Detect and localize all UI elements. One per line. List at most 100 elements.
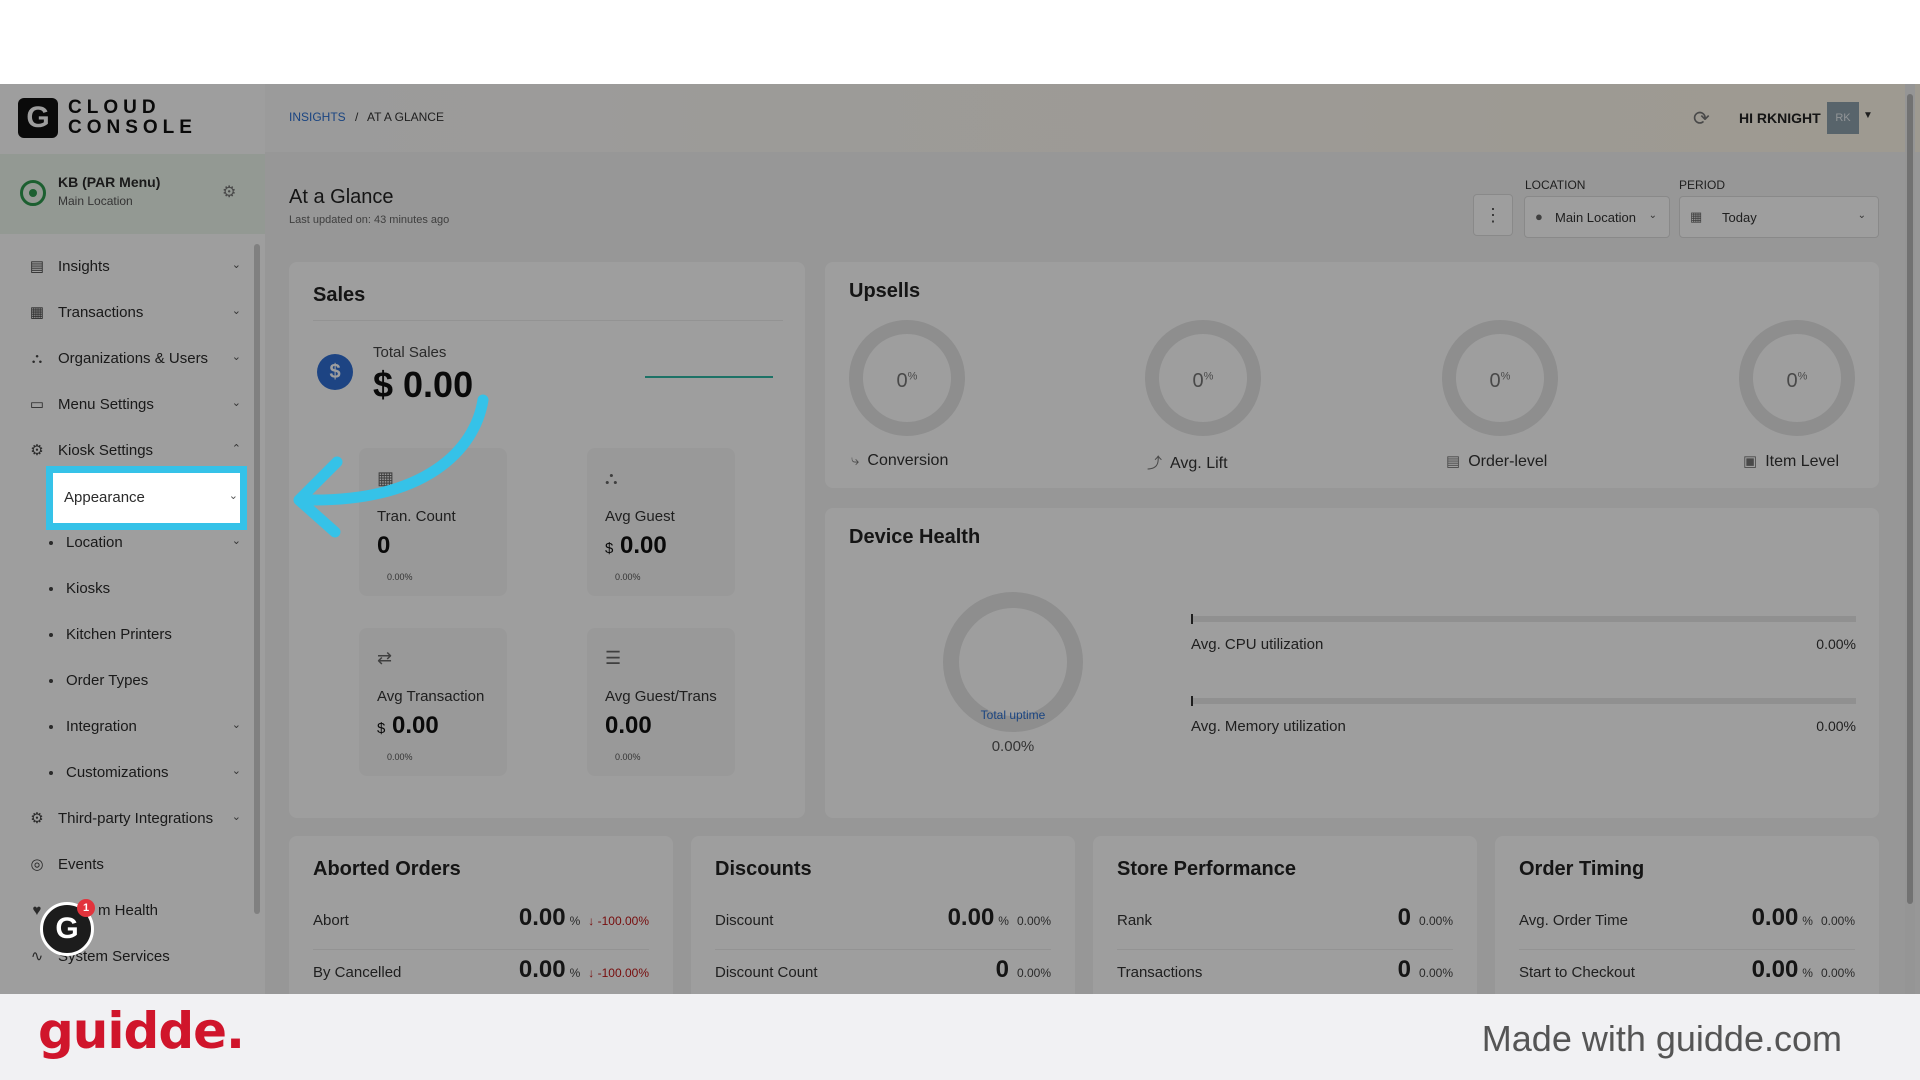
- sidebar-subitem-appearance[interactable]: Appearance ⌄: [46, 466, 247, 530]
- sidebar-item-insights[interactable]: ▤ Insights ⌄: [0, 244, 265, 290]
- logo-mark: G: [18, 98, 58, 138]
- sidebar-subitem-order-types[interactable]: Order Types: [0, 658, 265, 704]
- sales-title: Sales: [313, 284, 366, 306]
- discounts-card: Discounts Discount 0.00% 0.00% Discount C…: [691, 836, 1075, 994]
- last-updated: Last updated on: 43 minutes ago: [289, 214, 450, 226]
- order-level-donut: 0%: [1442, 320, 1558, 436]
- aborted-orders-card: Aborted Orders Abort 0.00% ↓ -100.00% By …: [289, 836, 673, 994]
- sidebar-subitem-kiosks[interactable]: Kiosks: [0, 566, 265, 612]
- bullet-icon: [49, 725, 53, 729]
- sidebar-subitem-kitchen-printers[interactable]: Kitchen Printers: [0, 612, 265, 658]
- memory-bar-track: [1191, 698, 1856, 704]
- sidebar-item-third-party[interactable]: ⚙ Third-party Integrations ⌄: [0, 796, 265, 842]
- app-logo[interactable]: G CLOUD CONSOLE: [18, 98, 192, 144]
- top-bar: INSIGHTS / AT A GLANCE ⟳ HI RKNIGHT RK ▼: [265, 84, 1920, 152]
- document-icon: ▤: [1446, 453, 1461, 470]
- location-pin-icon: ●: [1535, 209, 1543, 224]
- chevron-down-icon: ⌄: [231, 765, 241, 777]
- grammarly-icon[interactable]: G1: [40, 899, 95, 956]
- user-list-icon: ☰: [605, 648, 622, 668]
- bullet-icon: [49, 679, 53, 683]
- sidebar-subitem-customizations[interactable]: Customizations ⌄: [0, 750, 265, 796]
- discount-row: Discount 0.00% 0.00%: [715, 900, 1051, 950]
- chevron-down-icon: ⌄: [231, 719, 241, 731]
- aborted-orders-title: Aborted Orders: [313, 858, 461, 880]
- chevron-down-icon: ⌄: [1648, 210, 1657, 221]
- sidebar-scrollbar[interactable]: [254, 244, 260, 914]
- bullet-icon: [49, 587, 53, 591]
- main-scrollbar[interactable]: [1905, 84, 1915, 994]
- order-timing-title: Order Timing: [1519, 858, 1645, 880]
- abort-row: Abort 0.00% ↓ -100.00%: [313, 900, 649, 950]
- device-health-card: Device Health Total uptime 0.00% Avg. CP…: [825, 508, 1879, 818]
- sidebar-item-events[interactable]: ◎ Events: [0, 842, 265, 888]
- location-filter-label: LOCATION: [1525, 178, 1586, 192]
- conversion-icon: ⤷: [851, 452, 860, 469]
- pointer-arrow-icon: [293, 394, 489, 538]
- order-timing-card: Order Timing Avg. Order Time 0.00% 0.00% …: [1495, 836, 1879, 994]
- footer: guidde. Made with guidde.com: [0, 994, 1920, 1080]
- chevron-down-icon: ⌄: [231, 397, 241, 409]
- sidebar-item-menu-settings[interactable]: ▭ Menu Settings ⌄: [0, 382, 265, 428]
- discount-count-row: Discount Count 0 0.00%: [715, 956, 1051, 983]
- receipt-icon: ▦: [29, 304, 45, 321]
- store-location: Main Location: [58, 194, 133, 208]
- period-select[interactable]: ▦ Today ⌄: [1679, 196, 1879, 238]
- avg-guest-tile: ⛬ Avg Guest $ 0.00 0.00%: [587, 448, 735, 596]
- avg-transaction-tile: ⇄ Avg Transaction $ 0.00 0.00%: [359, 628, 507, 776]
- breadcrumb-insights-link[interactable]: INSIGHTS: [289, 110, 346, 124]
- item-level-donut: 0%: [1739, 320, 1855, 436]
- bullet-icon: [49, 541, 53, 545]
- upsells-card: Upsells 0% ⤷ Conversion 0% ⤴ Avg. Lift 0% …: [825, 262, 1879, 488]
- location-pin-icon: [20, 180, 46, 206]
- total-sales-label: Total Sales: [373, 344, 447, 361]
- main-content: INSIGHTS / AT A GLANCE ⟳ HI RKNIGHT RK ▼…: [265, 84, 1920, 994]
- gear-icon: ⚙: [30, 442, 44, 459]
- device-health-title: Device Health: [849, 526, 981, 548]
- chevron-down-icon: ⌄: [231, 811, 241, 823]
- chevron-down-icon: ⌄: [1857, 210, 1866, 221]
- users-icon: ⛬: [605, 468, 618, 488]
- user-greeting[interactable]: HI RKNIGHT: [1739, 110, 1821, 126]
- uptime-label: Total uptime: [980, 708, 1046, 722]
- bullet-icon: [49, 771, 53, 775]
- chevron-down-icon: ⌄: [231, 351, 241, 363]
- avg-lift-label: ⤴ Avg. Lift: [1147, 455, 1228, 472]
- upsells-title: Upsells: [849, 280, 921, 302]
- chevron-down-icon: ⌄: [231, 535, 241, 547]
- breadcrumb-separator: /: [355, 110, 359, 124]
- calendar-icon: ▦: [1690, 209, 1703, 224]
- chevron-down-icon: ⌄: [228, 490, 238, 502]
- avatar[interactable]: RK: [1827, 102, 1859, 134]
- store-selector[interactable]: KB (PAR Menu) Main Location ⚙: [0, 154, 265, 234]
- discounts-title: Discounts: [715, 858, 812, 880]
- chevron-down-icon: ⌄: [231, 305, 241, 317]
- sidebar: G CLOUD CONSOLE KB (PAR Menu) Main Locat…: [0, 84, 265, 994]
- page-title: At a Glance: [289, 186, 394, 208]
- more-options-icon[interactable]: ⋮: [1473, 194, 1513, 236]
- caret-down-icon[interactable]: ▼: [1863, 110, 1873, 121]
- by-cancelled-row: By Cancelled 0.00% ↓ -100.00%: [313, 956, 649, 983]
- bullet-icon: [49, 633, 53, 637]
- sidebar-subitem-integration[interactable]: Integration ⌄: [0, 704, 265, 750]
- location-select[interactable]: ● Main Location ⌄: [1524, 196, 1670, 238]
- top-margin: [0, 0, 1920, 84]
- store-name: KB (PAR Menu): [58, 174, 161, 190]
- dollar-icon: $: [317, 354, 353, 390]
- refresh-icon[interactable]: ⟳: [1693, 106, 1710, 131]
- sidebar-item-system-services[interactable]: ∿ System Services: [0, 934, 265, 980]
- conversion-label: ⤷ Conversion: [851, 452, 949, 469]
- pulse-icon: ∿: [30, 948, 44, 965]
- chart-icon: ▤: [29, 258, 45, 275]
- menu-icon: ▭: [29, 396, 45, 413]
- memory-bar-fill: [1191, 696, 1193, 706]
- sidebar-item-transactions[interactable]: ▦ Transactions ⌄: [0, 290, 265, 336]
- logo-text: CLOUD CONSOLE: [68, 97, 197, 138]
- org-icon: ⛬: [31, 350, 43, 367]
- made-with-text: Made with guidde.com: [1481, 1018, 1842, 1059]
- exchange-icon: ⇄: [377, 648, 393, 668]
- store-settings-gear-icon[interactable]: ⚙: [222, 182, 236, 202]
- store-performance-card: Store Performance Rank 0 0.00% Transactio…: [1093, 836, 1477, 994]
- scrollbar-thumb[interactable]: [1907, 94, 1913, 904]
- sidebar-item-organizations[interactable]: ⛬ Organizations & Users ⌄: [0, 336, 265, 382]
